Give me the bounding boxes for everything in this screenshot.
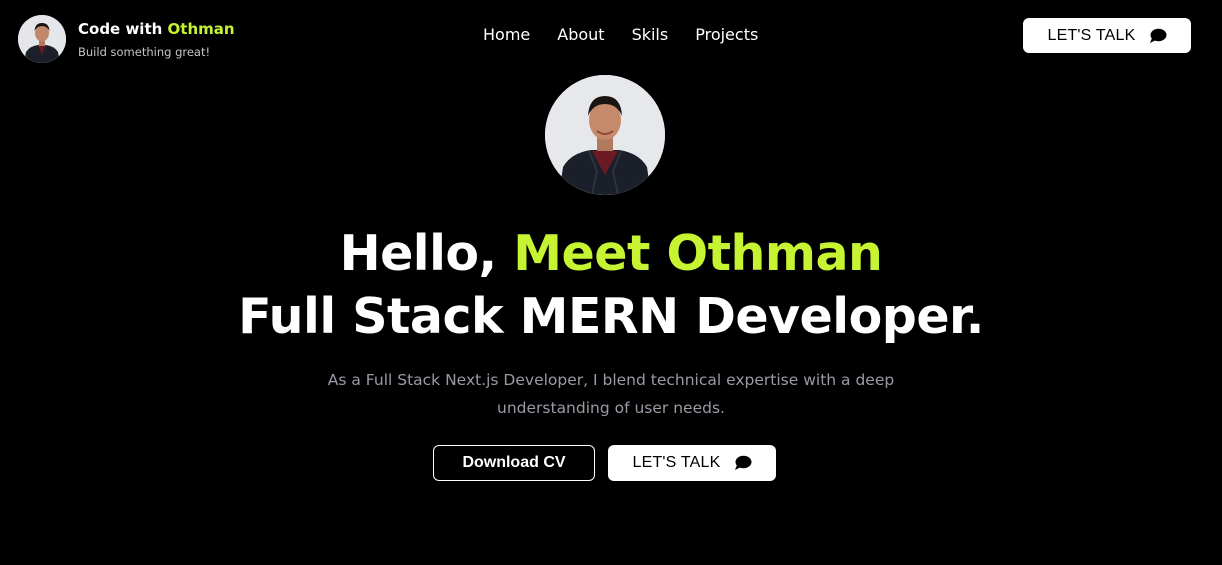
- hero-name: Meet Othman: [513, 225, 883, 282]
- brand-title-prefix: Code with: [78, 19, 163, 38]
- chat-bubble-icon: [734, 455, 752, 470]
- nav-item-home[interactable]: Home: [483, 25, 530, 45]
- brand[interactable]: Code with Othman Build something great!: [18, 15, 235, 63]
- hero-greeting: Hello,: [339, 225, 498, 282]
- download-cv-button[interactable]: Download CV: [433, 445, 595, 481]
- brand-text: Code with Othman Build something great!: [78, 19, 235, 60]
- hero-greeting-line: Hello, Meet Othman: [0, 222, 1222, 286]
- nav-item-about[interactable]: About: [557, 25, 604, 45]
- header-lets-talk-label: LET'S TALK: [1047, 26, 1136, 44]
- hero-description: As a Full Stack Next.js Developer, I ble…: [327, 371, 895, 417]
- brand-avatar: [18, 15, 66, 63]
- brand-title-accent: Othman: [167, 19, 235, 38]
- hero-lets-talk-button[interactable]: LET'S TALK: [608, 445, 776, 481]
- brand-title: Code with Othman: [78, 19, 235, 39]
- profile-photo: [545, 75, 665, 195]
- nav-item-skills[interactable]: Skils: [632, 25, 669, 45]
- nav-item-projects[interactable]: Projects: [695, 25, 758, 45]
- brand-tagline: Build something great!: [78, 44, 211, 59]
- header-lets-talk-button[interactable]: LET'S TALK: [1023, 18, 1191, 53]
- hero-role: Full Stack MERN Developer.: [238, 288, 984, 345]
- portfolio-page: Code with Othman Build something great! …: [0, 0, 1222, 565]
- chat-bubble-icon: [1149, 28, 1167, 43]
- main-nav: Home About Skils Projects: [483, 25, 758, 45]
- hero-lets-talk-label: LET'S TALK: [632, 454, 721, 471]
